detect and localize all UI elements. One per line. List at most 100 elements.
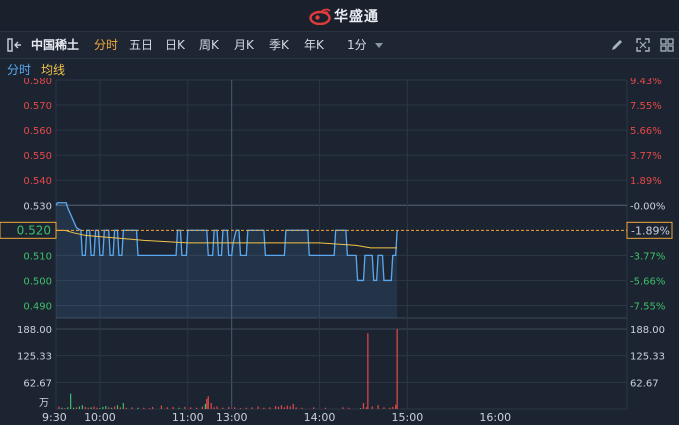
intraday-chart[interactable]: 0.580 9.43% 0.570 7.55% 0.560 5.66% 0.550 3.77%… — [0, 78, 679, 425]
percent-tick-label: 9.43% — [630, 78, 662, 87]
volume-bar — [324, 407, 326, 409]
tab-intraday[interactable]: 分时 — [94, 37, 118, 53]
volume-bar — [125, 407, 127, 409]
volume-tick-label: 188.00 — [17, 325, 52, 336]
volume-bar — [160, 405, 163, 409]
volume-bar — [78, 406, 81, 409]
volume-bar — [90, 407, 92, 409]
collapse-icon[interactable] — [7, 38, 23, 52]
volume-bar — [81, 405, 83, 409]
volume-bar — [213, 407, 215, 409]
volume-bar — [102, 406, 104, 409]
volume-bar — [396, 329, 398, 409]
volume-tick-label-right: 125.33 — [630, 352, 665, 363]
legend-average-line: 均线 — [41, 63, 66, 77]
time-tick-label: 15:00 — [392, 411, 424, 424]
chart-toolbar: 中国稀土 分时 五日 日K 周K 月K 季K 年K 1分 — [0, 32, 679, 59]
pencil-icon[interactable] — [610, 38, 624, 52]
volume-bar — [70, 393, 72, 409]
volume-bar — [395, 404, 397, 409]
volume-bar — [269, 407, 271, 409]
volume-bar — [348, 407, 350, 409]
chevron-down-icon[interactable] — [375, 43, 383, 48]
time-tick-label: 16:00 — [479, 411, 511, 424]
volume-bar — [116, 405, 119, 409]
volume-bar — [280, 405, 283, 409]
volume-bar — [206, 398, 208, 409]
volume-bar — [245, 407, 247, 409]
volume-bar — [96, 407, 98, 409]
volume-bar — [58, 406, 60, 409]
grid-icon[interactable] — [660, 38, 674, 52]
volume-bar — [251, 407, 253, 409]
volume-bar — [207, 396, 209, 409]
volume-bar — [84, 406, 86, 409]
percent-tick-label: -7.55% — [630, 301, 665, 312]
quote-app: 华盛通 中国稀土 分时 五日 日K 周K 月K 季K 年K 1分 分时 均线 0… — [0, 0, 679, 425]
volume-bar — [201, 406, 204, 409]
volume-bar — [204, 403, 206, 409]
volume-bar — [64, 408, 66, 409]
volume-bar — [72, 407, 75, 409]
price-tick-label: 0.540 — [23, 176, 52, 187]
volume-bar — [286, 405, 288, 409]
volume-bar — [367, 333, 369, 409]
stock-name: 中国稀土 — [31, 38, 80, 52]
volume-bar — [383, 407, 385, 409]
volume-tick-label-right: 188.00 — [630, 325, 665, 336]
volume-bar — [210, 403, 212, 409]
volume-bar — [295, 407, 297, 409]
time-tick-label: 14:00 — [304, 411, 336, 424]
volume-bar — [392, 406, 394, 409]
price-tick-label: 0.560 — [23, 126, 52, 137]
volume-tick-label-right: 62.67 — [630, 378, 659, 389]
volume-bar — [313, 407, 315, 409]
volume-bar — [149, 408, 151, 409]
price-tick-label: 0.490 — [23, 301, 52, 312]
percent-tick-label: 3.77% — [630, 151, 662, 162]
price-tick-label: 0.500 — [23, 276, 52, 287]
percent-tick-label: 1.89% — [630, 176, 662, 187]
volume-bar — [178, 407, 180, 409]
interval-select[interactable]: 1分 — [347, 37, 367, 53]
volume-bar — [122, 403, 124, 409]
volume-bar — [190, 407, 192, 409]
percent-tick-label: -5.66% — [630, 276, 665, 287]
volume-bar — [166, 407, 168, 409]
brand-logo-icon — [309, 8, 331, 25]
tab-yearly-k[interactable]: 年K — [304, 37, 324, 53]
volume-bar — [108, 407, 110, 409]
tab-weekly-k[interactable]: 周K — [199, 37, 219, 53]
volume-tick-label: 62.67 — [23, 378, 52, 389]
volume-bar — [289, 406, 291, 409]
time-tick-label: 11:00 — [172, 411, 204, 424]
volume-bar — [342, 407, 344, 409]
tab-quarterly-k[interactable]: 季K — [269, 37, 289, 53]
tab-daily-k[interactable]: 日K — [165, 37, 185, 53]
volume-bar — [75, 407, 78, 409]
volume-bar — [301, 407, 303, 409]
volume-bar — [131, 407, 133, 409]
tab-monthly-k[interactable]: 月K — [234, 37, 254, 53]
percent-tick-label: -3.77% — [630, 251, 665, 262]
volume-bar — [263, 407, 265, 409]
percent-tick-label: -0.00% — [630, 201, 665, 212]
price-tick-label: 0.570 — [23, 101, 52, 112]
legend-price-line: 分时 — [7, 63, 32, 77]
volume-bar — [61, 407, 63, 409]
volume-bar — [111, 407, 113, 409]
volume-bar — [277, 406, 280, 409]
current-percent-label: -1.89% — [631, 224, 670, 237]
volume-bar — [152, 406, 154, 409]
volume-bar — [113, 406, 116, 409]
chart-legend: 分时 均线 — [0, 59, 679, 78]
volume-bar — [371, 406, 373, 409]
volume-bar — [119, 407, 122, 409]
volume-bar — [239, 408, 242, 409]
volume-bar — [87, 407, 89, 409]
time-tick-label: 10:00 — [84, 411, 116, 424]
tab-five-day[interactable]: 五日 — [129, 37, 153, 53]
volume-bar — [275, 406, 277, 409]
volume-bar — [228, 406, 230, 409]
fullscreen-icon[interactable] — [636, 38, 650, 52]
